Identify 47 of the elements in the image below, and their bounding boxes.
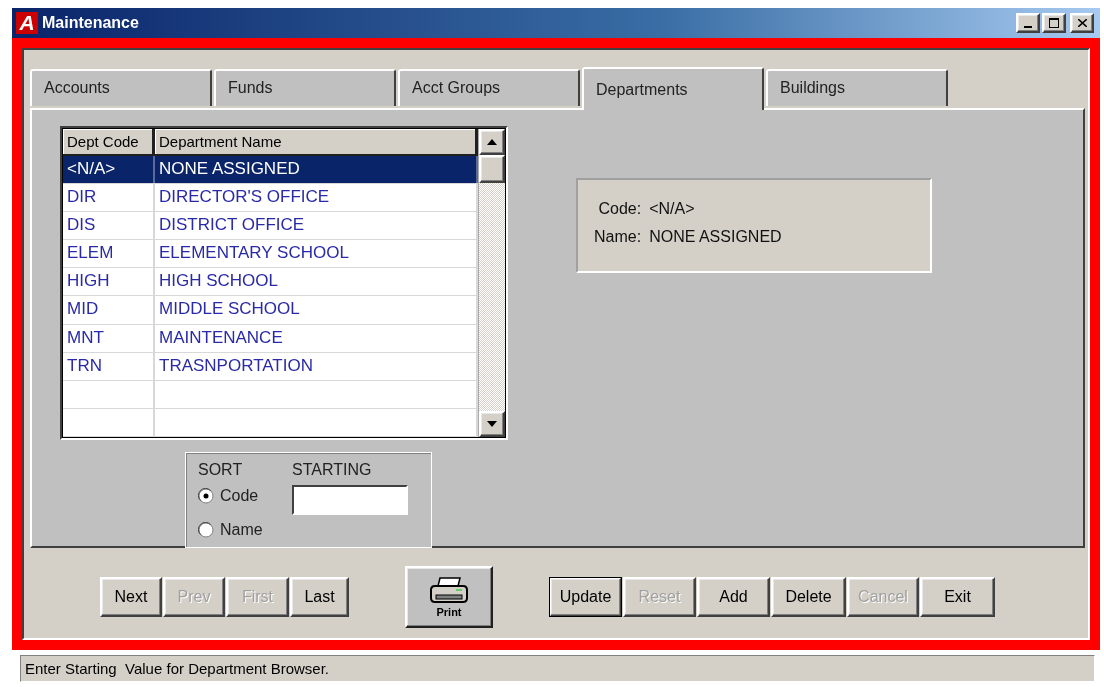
status-bar: Enter Starting Value for Department Browser. [20, 655, 1095, 682]
print-button[interactable]: Print [405, 566, 493, 628]
up-arrow-icon [487, 139, 497, 145]
table-cell[interactable]: TRN [63, 352, 155, 380]
field-label: Name: [594, 228, 642, 246]
code-value: <N/A> [649, 200, 696, 218]
scroll-thumb[interactable] [479, 155, 505, 183]
table-cell[interactable]: MID [63, 296, 155, 324]
minimize-button[interactable] [1016, 13, 1040, 33]
radio-label[interactable]: Name [220, 521, 263, 539]
minimize-icon [1024, 26, 1032, 28]
field-label: Code: [597, 200, 642, 218]
tab[interactable]: Buildings [766, 69, 948, 106]
down-arrow-icon [487, 421, 497, 427]
radio-button[interactable] [198, 522, 214, 538]
close-button[interactable] [1070, 13, 1094, 33]
scroll-up-button[interactable] [479, 129, 505, 155]
tab[interactable]: Acct Groups [398, 69, 580, 106]
maximize-button[interactable] [1042, 13, 1066, 33]
app-logo: A [16, 12, 38, 34]
window-title: Maintenance [42, 14, 140, 32]
column-header[interactable]: Dept Code [63, 129, 155, 154]
close-icon [1077, 19, 1087, 27]
name-value: NONE ASSIGNED [649, 228, 783, 246]
table-cell[interactable]: DIS [63, 212, 155, 240]
action-button[interactable]: Update [549, 577, 622, 617]
tab[interactable]: Departments [582, 67, 764, 110]
tab[interactable]: Accounts [30, 69, 212, 106]
table-cell[interactable]: DIR [63, 183, 155, 211]
nav-button[interactable]: Last [290, 577, 349, 617]
printer-icon [429, 576, 469, 606]
table-cell[interactable]: HIGH [63, 268, 155, 296]
action-button[interactable]: Add [697, 577, 770, 617]
table-cell[interactable]: MNT [63, 324, 155, 352]
table-cell[interactable]: ELEM [63, 240, 155, 268]
scroll-down-button[interactable] [479, 411, 505, 437]
action-button[interactable]: Exit [920, 577, 995, 617]
radio-button[interactable] [198, 488, 214, 504]
maximize-icon [1049, 18, 1059, 28]
field-label: STARTING [292, 461, 373, 480]
radio-label[interactable]: Code [220, 487, 259, 505]
tab[interactable]: Funds [214, 69, 396, 106]
action-button[interactable]: Delete [771, 577, 846, 617]
nav-button[interactable]: Next [100, 577, 162, 617]
sort-label: SORT [198, 461, 244, 480]
starting-field[interactable] [292, 485, 408, 515]
table-cell[interactable]: <N/A> [63, 155, 155, 183]
